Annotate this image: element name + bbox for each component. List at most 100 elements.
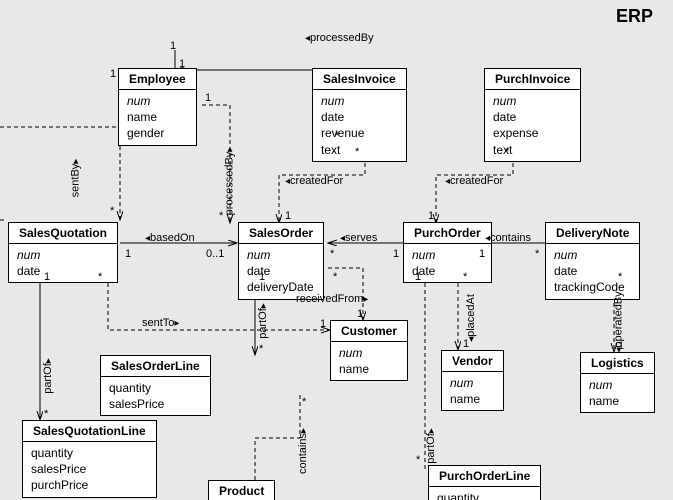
attr: date (493, 109, 572, 125)
class-salesorderline: SalesOrderLine quantity salesPrice (100, 355, 211, 416)
card: 1 (205, 92, 211, 104)
class-vendor: Vendor num name (441, 350, 504, 411)
class-name: Logistics (581, 353, 654, 374)
card: 1 (393, 248, 399, 260)
attr: quantity (109, 380, 202, 396)
attr: num (247, 247, 315, 263)
attr: purchPrice (31, 477, 148, 493)
card: * (505, 146, 509, 158)
card: 0..1 (206, 248, 224, 260)
card: * (98, 271, 102, 283)
rel-processedby2: processedBy▸ (223, 147, 235, 216)
class-name: PurchOrderLine (429, 466, 540, 487)
rel-partof2: partOf▸ (257, 303, 269, 339)
class-salesinvoice: SalesInvoice num date revenue text (312, 68, 407, 162)
attr: date (17, 263, 109, 279)
uml-canvas: ERP Employee num (0, 0, 673, 500)
attr: name (589, 393, 646, 409)
class-name: Employee (119, 69, 196, 90)
attr: text (321, 142, 398, 158)
card: 1 (259, 271, 265, 283)
attr: num (321, 93, 398, 109)
attr: num (17, 247, 109, 263)
class-logistics: Logistics num name (580, 352, 655, 413)
class-salesorder: SalesOrder num date deliveryDate (238, 222, 324, 300)
card: 1 (428, 210, 434, 222)
class-name: SalesOrder (239, 223, 323, 244)
attr: num (589, 377, 646, 393)
class-purchorderline: PurchOrderLine quantity purchPrice (428, 465, 541, 500)
card: 1 (285, 210, 291, 222)
class-name: Vendor (442, 351, 503, 372)
card: * (330, 248, 334, 260)
card: * (333, 271, 337, 283)
card: * (219, 210, 223, 222)
attr: quantity (31, 445, 148, 461)
attr: date (321, 109, 398, 125)
attr: revenue (321, 125, 398, 141)
rel-partof3: partOf▸ (425, 428, 437, 464)
attr: num (554, 247, 631, 263)
card: 1 (415, 271, 421, 283)
attr: salesPrice (31, 461, 148, 477)
class-name: DeliveryNote (546, 223, 639, 244)
rel-basedon: ◂basedOn (145, 232, 195, 244)
card: * (259, 343, 263, 355)
card: 1 (320, 318, 326, 330)
attr: num (493, 93, 572, 109)
attr: num (450, 375, 495, 391)
class-name: SalesQuotationLine (23, 421, 156, 442)
card: * (110, 205, 114, 217)
class-deliverynote: DeliveryNote num date trackingCode (545, 222, 640, 300)
rel-placedat: ◂placedAt (465, 294, 477, 342)
attr: name (127, 109, 188, 125)
attr: num (412, 247, 483, 263)
card: 1 (357, 308, 363, 320)
card: * (535, 248, 539, 260)
rel-createdfor2: ◂createdFor (445, 175, 503, 187)
attr: quantity (437, 490, 532, 500)
class-name: SalesOrderLine (101, 356, 210, 377)
class-employee: Employee num name gender (118, 68, 197, 146)
card: 1 (463, 338, 469, 350)
attr: gender (127, 125, 188, 141)
card: * (44, 408, 48, 420)
class-name: Product (209, 481, 274, 500)
class-name: PurchInvoice (485, 69, 580, 90)
attr: name (339, 361, 399, 377)
class-name: Customer (331, 321, 407, 342)
rel-contains: ◂contains (485, 232, 531, 244)
rel-sentby: sentBy▸ (69, 159, 81, 198)
card: 1 (44, 271, 50, 283)
class-salesquotationline: SalesQuotationLine quantity salesPrice p… (22, 420, 157, 498)
card: * (302, 396, 306, 408)
rel-serves: ◂serves (340, 232, 377, 244)
card: 1 (125, 248, 131, 260)
card: * (618, 271, 622, 283)
class-product: Product (208, 480, 275, 500)
card: * (355, 146, 359, 158)
class-purchinvoice: PurchInvoice num date expense text (484, 68, 581, 162)
class-name: PurchOrder (404, 223, 491, 244)
attr: date (412, 263, 483, 279)
rel-contains-prod: contains▸ (297, 428, 309, 474)
card: * (335, 130, 339, 142)
card: 1 (479, 248, 485, 260)
rel-sentto: sentTo▸ (142, 317, 179, 329)
class-name: SalesQuotation (9, 223, 117, 244)
rel-processedby: ◂processedBy (305, 32, 374, 44)
card: 1 (179, 58, 185, 70)
rel-receivedfrom: receivedFrom▸ (296, 293, 368, 305)
attr: num (339, 345, 399, 361)
class-name: SalesInvoice (313, 69, 406, 90)
card: 1 (170, 40, 176, 52)
attr: num (127, 93, 188, 109)
card: 1 (110, 68, 116, 80)
attr: salesPrice (109, 396, 202, 412)
card: * (416, 454, 420, 466)
card: * (463, 271, 467, 283)
attr: name (450, 391, 495, 407)
attr: expense (493, 125, 572, 141)
card: 1 (618, 340, 624, 352)
rel-createdfor1: ◂createdFor (285, 175, 343, 187)
